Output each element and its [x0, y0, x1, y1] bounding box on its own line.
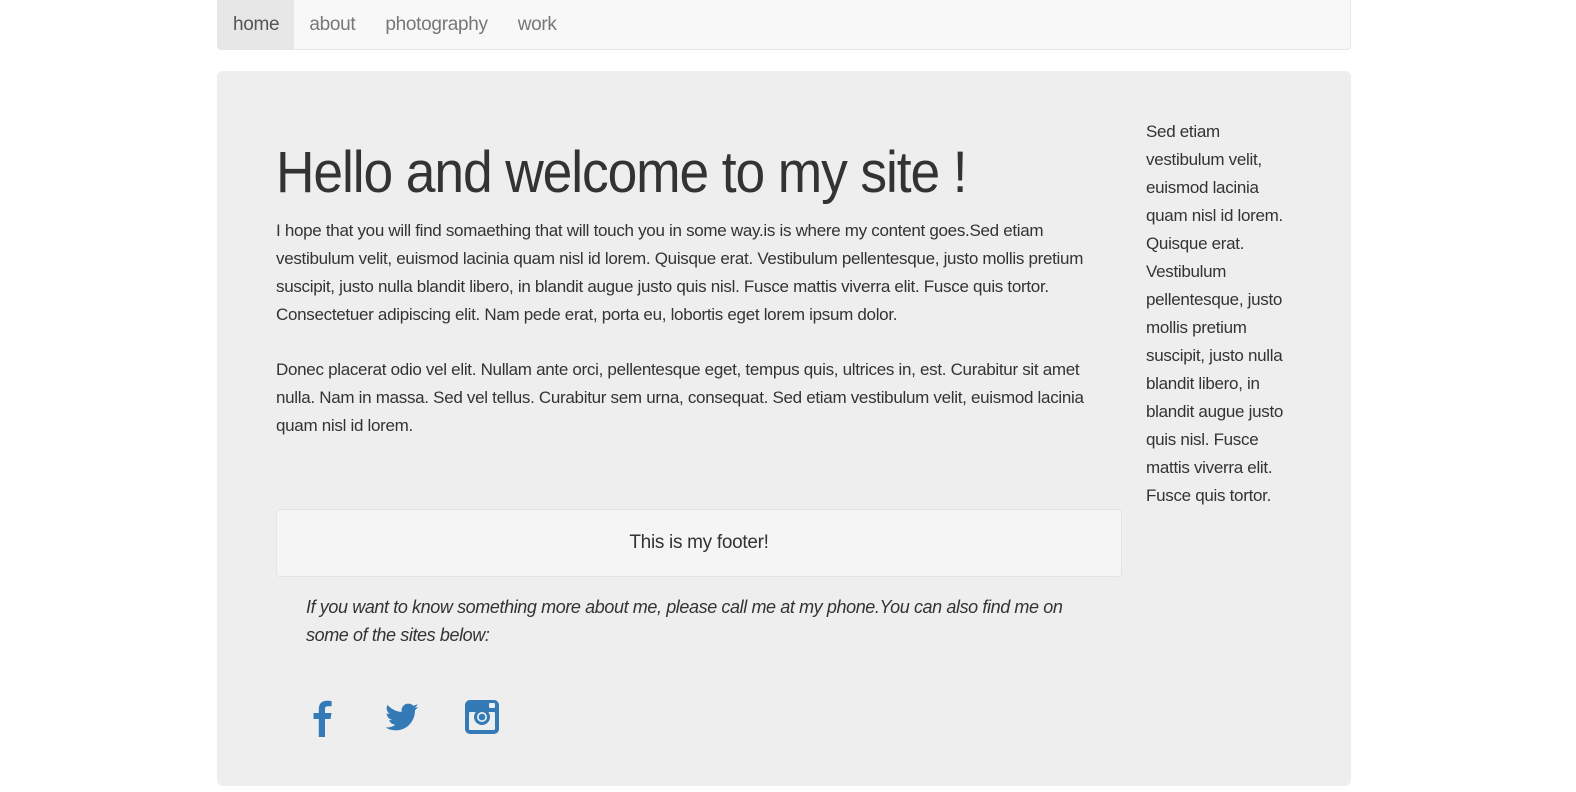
instagram-icon[interactable]: [464, 697, 500, 737]
nav-item-home[interactable]: home: [218, 0, 295, 49]
top-navbar: home about photography work: [217, 0, 1351, 50]
second-paragraph: Donec placerat odio vel elit. Nullam ant…: [276, 360, 1084, 435]
social-links: [304, 697, 500, 737]
intro-paragraph: I hope that you will find somaething tha…: [276, 221, 1084, 324]
nav-item-photography[interactable]: photography: [370, 0, 502, 49]
twitter-icon[interactable]: [384, 697, 420, 737]
contact-text: If you want to know something more about…: [306, 597, 1063, 645]
facebook-icon[interactable]: [304, 697, 340, 737]
footer-box: This is my footer!: [276, 509, 1122, 577]
page-title: Hello and welcome to my site !: [276, 140, 968, 205]
nav-item-about[interactable]: about: [294, 0, 370, 49]
nav-item-work[interactable]: work: [503, 0, 572, 49]
content-panel: Hello and welcome to my site ! I hope th…: [217, 71, 1351, 786]
sidebar-text: Sed etiam vestibulum velit, euismod laci…: [1146, 122, 1284, 505]
footer-label: This is my footer!: [629, 532, 769, 553]
